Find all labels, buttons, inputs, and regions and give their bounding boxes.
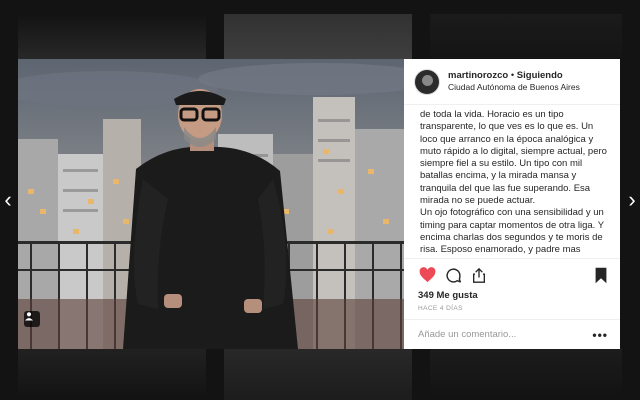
heart-icon[interactable] — [418, 266, 436, 284]
post-header-info: martinorozco • Siguiendo Ciudad Autónoma… — [448, 70, 580, 93]
post-timestamp[interactable]: HACE 4 DÍAS — [418, 305, 610, 312]
post-caption: de toda la vida. Horacio es un tipo tran… — [404, 105, 620, 258]
previous-post-button[interactable]: ‹ — [0, 188, 16, 212]
post-sidebar: martinorozco • Siguiendo Ciudad Autónoma… — [404, 59, 620, 349]
share-icon[interactable] — [470, 266, 488, 284]
action-icons-row — [418, 265, 610, 285]
next-post-button[interactable]: › — [624, 188, 640, 212]
post-photo[interactable] — [18, 59, 404, 349]
bookmark-icon[interactable] — [592, 266, 610, 284]
post-header: martinorozco • Siguiendo Ciudad Autónoma… — [404, 59, 620, 105]
photo-illustration — [18, 59, 404, 349]
post-modal: martinorozco • Siguiendo Ciudad Autónoma… — [18, 59, 620, 349]
post-actions: 349 Me gusta HACE 4 DÍAS — [404, 258, 620, 319]
follow-status-button[interactable]: Siguiendo — [517, 70, 563, 81]
caption-paragraph: Un ojo fotográfico con una sensibilidad … — [420, 207, 604, 258]
more-options-icon[interactable]: ••• — [592, 328, 608, 342]
comment-input[interactable] — [418, 329, 593, 340]
caption-paragraph: de toda la vida. Horacio es un tipo tran… — [420, 109, 607, 207]
location-link[interactable]: Ciudad Autónoma de Buenos Aires — [448, 82, 580, 93]
user-tag-icon[interactable] — [24, 311, 40, 327]
instagram-post-modal-view: ‹ › martinorozco • Siguiendo Ciudad Autó… — [0, 0, 640, 400]
username-link[interactable]: martinorozco — [448, 70, 508, 81]
likes-count[interactable]: 349 Me gusta — [418, 290, 610, 301]
header-user-row: martinorozco • Siguiendo — [448, 70, 580, 82]
separator-dot: • — [510, 70, 515, 82]
avatar[interactable] — [414, 68, 440, 95]
comment-bubble-icon[interactable] — [444, 266, 462, 284]
comment-box: ••• — [404, 319, 620, 349]
